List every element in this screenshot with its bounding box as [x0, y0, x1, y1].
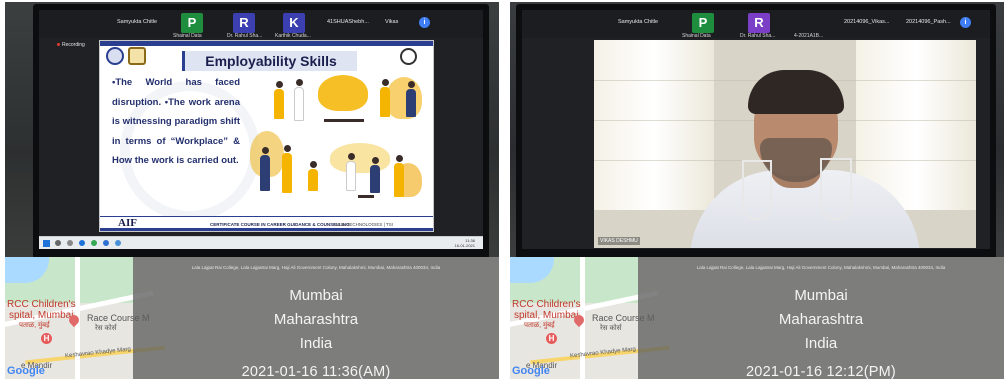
- participant-tile[interactable]: R: [748, 13, 770, 33]
- college-logo-icon: [106, 47, 124, 65]
- search-icon[interactable]: [55, 240, 61, 246]
- clock-date: 16-01-2021: [454, 243, 475, 248]
- participant-name: Samyukta Chitle: [117, 19, 158, 25]
- workplace-illustration-icon: [248, 71, 430, 213]
- stamp-city: Mumbai: [794, 287, 848, 304]
- emblem-logo-icon: [400, 48, 417, 65]
- slide-top-bar: [100, 41, 433, 46]
- zoom-app-icon[interactable]: [79, 240, 85, 246]
- participant-tile[interactable]: K: [283, 13, 305, 33]
- footer-partner: DELL TECHNOLOGIES | TSI: [334, 222, 393, 227]
- participant-name: Samyukta Chitle: [618, 19, 659, 25]
- participant-name: Dr. Rahul Sha...: [740, 33, 776, 39]
- participant-name: 4-2021A1B...: [794, 33, 824, 39]
- chrome-icon[interactable]: [91, 240, 97, 246]
- map-label: रेस कोर्स: [95, 325, 117, 332]
- participant-name: Vikas: [385, 19, 399, 25]
- participant-name: Dr. Rahul Sha...: [227, 33, 263, 39]
- stamp-state: Maharashtra: [273, 311, 359, 328]
- earphone-wire-icon: [820, 158, 852, 220]
- tile-letter: R: [754, 15, 764, 30]
- speaker-video: VIKAS DESHMU: [594, 40, 976, 248]
- recording-indicator: Recording: [57, 42, 85, 48]
- participant-strip: Samyukta Chitle P Shainal Data R Dr. Rah…: [39, 10, 483, 39]
- meeting-screen: Samyukta Chitle P Shainal Data R Dr. Rah…: [522, 10, 990, 249]
- windows-taskbar: 11:36 16-01-2021: [39, 236, 483, 249]
- slide-footer: AIF CERTIFICATE COURSE IN CAREER GUIDANC…: [100, 216, 433, 231]
- slide-bullets: •The World has faced disruption. •The wo…: [112, 77, 240, 166]
- speaker-hair: [748, 70, 844, 114]
- stamp-address: Lala Lajpat Rai College, Lala Lajpatrai …: [696, 265, 946, 270]
- participant-name: 41SHUAShebh...: [327, 19, 369, 25]
- participant-name: 20214096_Pash...: [906, 19, 951, 25]
- slide-title: Employability Skills: [182, 51, 357, 71]
- monitor: Samyukta Chitle P Shainal Data R Dr. Rah…: [33, 4, 489, 259]
- monitor: Samyukta Chitle P Shainal Data R Dr. Rah…: [516, 4, 996, 259]
- map-label: spital, Mumbai: [9, 310, 74, 321]
- stamp-datetime: 2021-01-16 12:12(PM): [746, 364, 896, 379]
- right-photo: Samyukta Chitle P Shainal Data R Dr. Rah…: [510, 2, 1004, 379]
- map-label: पताळ, मुंबई: [524, 322, 555, 329]
- map-label: पताळ, मुंबई: [19, 322, 50, 329]
- participant-name: Shainal Data: [682, 33, 711, 39]
- files-icon[interactable]: [115, 240, 121, 246]
- hospital-icon: H: [546, 333, 557, 344]
- google-logo: Google: [512, 365, 550, 377]
- participant-name: Karthik Chuda...: [275, 33, 311, 39]
- institute-logo-icon: [128, 47, 146, 65]
- participant-strip: Samyukta Chitle P Shainal Data R Dr. Rah…: [522, 10, 990, 39]
- earphone-wire-icon: [742, 160, 772, 220]
- tile-letter: K: [289, 15, 299, 30]
- stamp-country: India: [299, 335, 333, 352]
- presentation-slide: Employability Skills •The World has face…: [99, 40, 434, 232]
- participant-tile[interactable]: R: [233, 13, 255, 33]
- word-icon[interactable]: [103, 240, 109, 246]
- map-label: spital, Mumbai: [514, 310, 579, 321]
- stamp-city: Mumbai: [289, 287, 343, 304]
- map-label: RCC Children's: [512, 299, 581, 310]
- map-label: रेस कोर्स: [600, 325, 622, 332]
- participant-tile[interactable]: P: [181, 13, 203, 33]
- meeting-screen: Samyukta Chitle P Shainal Data R Dr. Rah…: [39, 10, 483, 249]
- slide-logos: [106, 47, 148, 65]
- google-logo: Google: [7, 365, 45, 377]
- stamp-state: Maharashtra: [778, 311, 864, 328]
- task-view-icon[interactable]: [67, 240, 73, 246]
- info-icon[interactable]: i: [419, 17, 430, 28]
- participant-tile[interactable]: P: [692, 13, 714, 33]
- system-clock: 11:36 16-01-2021: [455, 238, 475, 248]
- participant-name: Shainal Data: [173, 33, 202, 39]
- left-photo: Samyukta Chitle P Shainal Data R Dr. Rah…: [5, 2, 499, 379]
- hospital-icon: H: [41, 333, 52, 344]
- info-icon[interactable]: i: [960, 17, 971, 28]
- tile-letter: P: [698, 15, 708, 30]
- location-stamp: Lala Lajpat Rai College, Lala Lajpatrai …: [133, 257, 499, 379]
- stamp-address: Lala Lajpat Rai College, Lala Lajpatrai …: [191, 265, 441, 270]
- map-label: RCC Children's: [7, 299, 76, 310]
- windows-start-icon[interactable]: [43, 240, 50, 247]
- stamp-country: India: [804, 335, 838, 352]
- location-stamp: Lala Lajpat Rai College, Lala Lajpatrai …: [638, 257, 1004, 379]
- participant-name: 20214096_Vikas...: [844, 19, 890, 25]
- stamp-datetime: 2021-01-16 11:36(AM): [241, 364, 391, 379]
- footer-bar: [100, 228, 433, 231]
- screenshot-composite: Samyukta Chitle P Shainal Data R Dr. Rah…: [0, 0, 1005, 379]
- tile-letter: R: [239, 15, 249, 30]
- speaker-name-label: VIKAS DESHMU: [598, 237, 640, 245]
- tile-letter: P: [187, 15, 197, 30]
- footer-course-title: CERTIFICATE COURSE IN CAREER GUIDANCE & …: [210, 222, 350, 227]
